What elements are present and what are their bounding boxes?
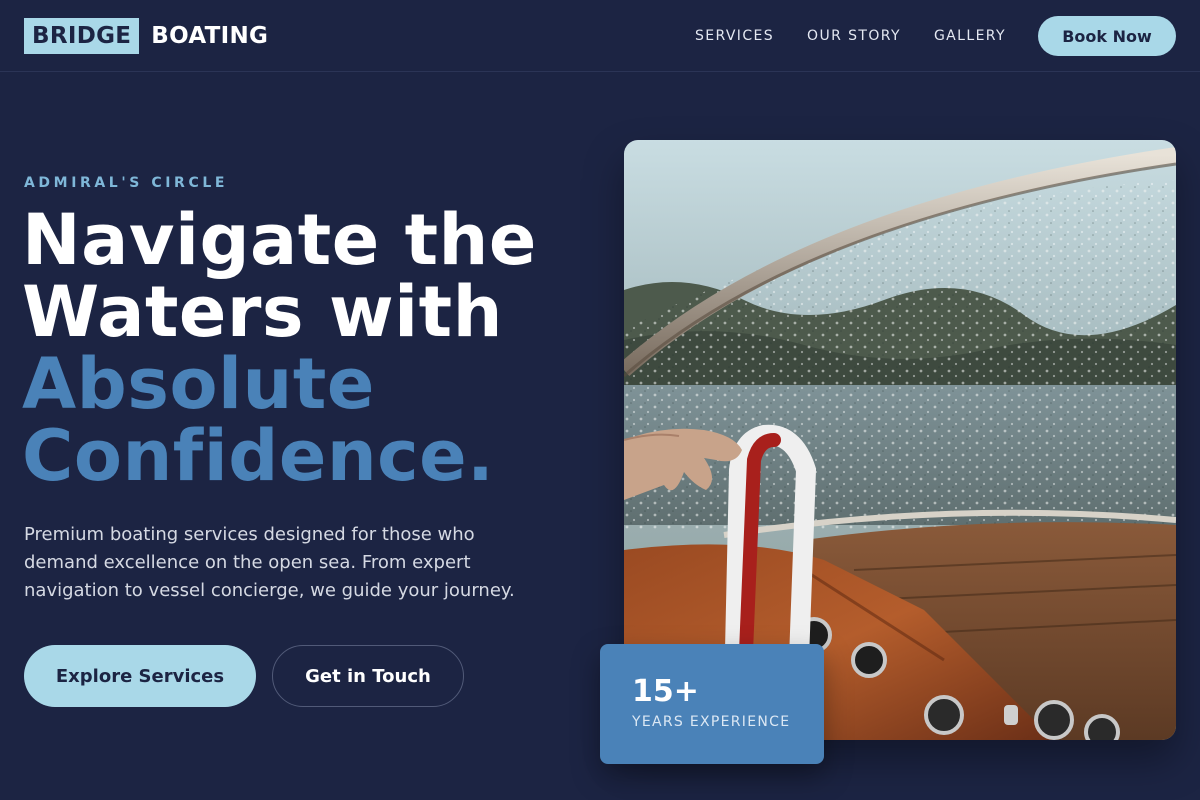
site-header: BRIDGE BOATING SERVICES OUR STORY GALLER… [0,0,1200,72]
nav-link-gallery[interactable]: GALLERY [934,28,1006,44]
logo-box: BRIDGE [24,18,140,54]
nav-link-services[interactable]: SERVICES [695,28,774,44]
headline-accent-line-1: Absolute [22,343,375,425]
main-nav: SERVICES OUR STORY GALLERY Book Now [695,16,1176,56]
get-in-touch-button[interactable]: Get in Touch [272,645,464,707]
experience-stat-card: 15+ YEARS EXPERIENCE [600,644,824,764]
headline-line-1: Navigate the [22,199,537,281]
hero-headline: Navigate the Waters with Absolute Confid… [22,204,537,492]
headline-accent-line-2: Confidence. [22,415,495,497]
headline-line-2: Waters with [22,271,503,353]
book-now-button[interactable]: Book Now [1038,16,1176,56]
hero-eyebrow: ADMIRAL'S CIRCLE [24,175,228,191]
nav-link-our-story[interactable]: OUR STORY [807,28,901,44]
stat-value: 15+ [632,674,699,709]
brand-logo[interactable]: BRIDGE BOATING [24,18,268,54]
explore-services-button[interactable]: Explore Services [24,645,256,707]
hero-description: Premium boating services designed for th… [24,524,515,601]
logo-text: BOATING [151,23,269,49]
stat-label: YEARS EXPERIENCE [632,714,791,730]
